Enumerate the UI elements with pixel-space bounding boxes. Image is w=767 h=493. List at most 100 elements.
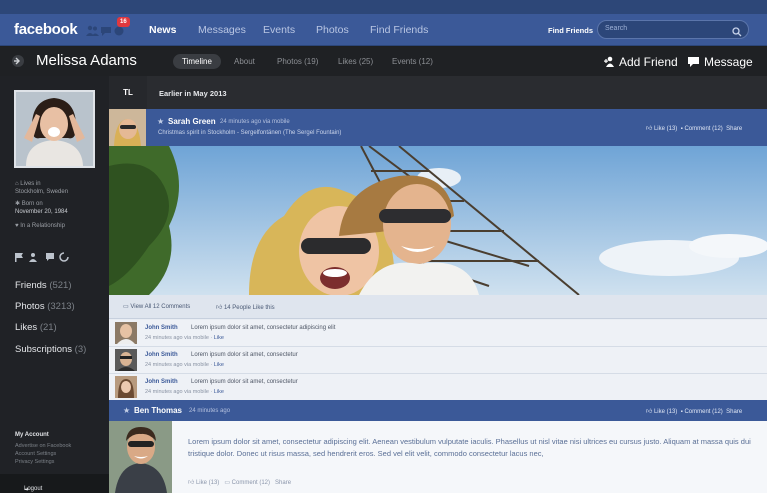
- users-icon: [29, 253, 37, 262]
- my-account-heading: My Account: [15, 432, 49, 438]
- people-like-link[interactable]: 👍︎ 14 People Like this: [216, 303, 275, 311]
- comment-author[interactable]: John Smith: [145, 379, 178, 385]
- commenter-avatar[interactable]: [115, 376, 137, 398]
- sidebar-item-likes[interactable]: Likes (21): [15, 322, 57, 333]
- comment-meta: 24 minutes ago via mobile · Like: [145, 389, 224, 395]
- post1-like[interactable]: Like (13): [654, 126, 677, 132]
- post2-share[interactable]: Share: [726, 409, 742, 415]
- photos-count: (3213): [47, 301, 75, 312]
- post2-foot-comment[interactable]: Comment (12): [232, 480, 270, 486]
- comment-like[interactable]: Like: [214, 362, 224, 368]
- advertise-link[interactable]: Advertise on Facebook: [15, 443, 71, 449]
- sidebar-item-friends[interactable]: Friends (521): [15, 280, 72, 291]
- comment-icon: ▭: [123, 304, 129, 310]
- post1-author[interactable]: Sarah Green: [168, 117, 216, 126]
- search-placeholder: Search: [605, 25, 628, 32]
- subscriptions-count: (3): [74, 344, 87, 355]
- timeline-tl-tab[interactable]: TL: [109, 76, 147, 109]
- comment-icon: ▭: [224, 480, 230, 486]
- messages-icon[interactable]: [100, 24, 112, 36]
- post2-like[interactable]: Like (13): [654, 409, 677, 415]
- back-arrow-icon[interactable]: [11, 54, 25, 73]
- post2-author[interactable]: Ben Thomas: [134, 406, 182, 415]
- post2-foot-like[interactable]: Like (13): [196, 480, 219, 486]
- add-friend-button[interactable]: Add Friend: [604, 55, 678, 70]
- chat-icon: [46, 253, 54, 261]
- comment-like[interactable]: Like: [214, 335, 224, 341]
- lives-in: ⌂ Lives in Stockholm, Sweden: [15, 180, 68, 196]
- post1-photo[interactable]: [109, 146, 767, 295]
- post1-share[interactable]: Share: [726, 126, 742, 132]
- sidebar-item-subscriptions[interactable]: Subscriptions (3): [15, 344, 86, 355]
- comment-meta: 24 minutes ago via mobile · Like: [145, 335, 224, 341]
- lives-label: Lives in: [20, 181, 41, 187]
- flag-icon: [15, 253, 23, 262]
- commenter-avatar[interactable]: [115, 349, 137, 371]
- notification-badge: 16: [117, 17, 130, 27]
- post2-body: Lorem ipsum dolor sit amet, consectetur …: [109, 421, 767, 493]
- sidebar-item-photos[interactable]: Photos (3213): [15, 301, 75, 312]
- view-comments-link[interactable]: ▭ View All 12 Comments: [123, 303, 190, 310]
- post2-header: ★ Ben Thomas 24 minutes ago 👍︎ Like (13)…: [109, 400, 767, 421]
- subscriptions-label: Subscriptions: [15, 344, 73, 355]
- post2-comment[interactable]: Comment (12): [684, 409, 722, 415]
- find-friends-link[interactable]: Find Friends: [548, 26, 593, 35]
- like-icon: 👍︎: [188, 480, 195, 486]
- post1-comment[interactable]: Comment (12): [684, 126, 722, 132]
- comment-time: 24 minutes ago via mobile: [145, 362, 209, 368]
- timeline-period-strip: Earlier in May 2013: [147, 76, 767, 109]
- relationship-label: In a Relationship: [20, 223, 65, 229]
- message-icon: [688, 56, 699, 70]
- likes-label: Likes: [15, 322, 38, 333]
- tab-about[interactable]: About: [234, 57, 255, 66]
- logout-button[interactable]: ➜ Logout: [0, 474, 109, 493]
- comment-author[interactable]: John Smith: [145, 352, 178, 358]
- ben-thomas-photo[interactable]: [109, 421, 172, 493]
- post2-foot-share[interactable]: Share: [275, 480, 291, 486]
- tab-events[interactable]: Events (12): [392, 57, 433, 66]
- sidebar-icon-row: [15, 249, 95, 267]
- commenter-avatar[interactable]: [115, 322, 137, 344]
- post1-time: 24 minutes ago via mobile: [220, 119, 290, 125]
- nav-events[interactable]: Events: [263, 24, 295, 36]
- comment-icon: ▪: [680, 409, 683, 415]
- comment-author[interactable]: John Smith: [145, 325, 178, 331]
- account-settings-link[interactable]: Account Settings: [15, 451, 56, 457]
- nav-find-friends[interactable]: Find Friends: [370, 24, 428, 36]
- friend-requests-icon[interactable]: [86, 24, 99, 36]
- comment-text: Lorem ipsum dolor sit amet, consectetur: [191, 352, 298, 358]
- search-icon[interactable]: [732, 24, 742, 42]
- born-label: Born on: [21, 201, 43, 207]
- lives-value: Stockholm, Sweden: [15, 189, 69, 195]
- comment-like[interactable]: Like: [214, 389, 224, 395]
- profile-name: Melissa Adams: [36, 52, 137, 69]
- tab-timeline[interactable]: Timeline: [173, 54, 221, 69]
- post2-text: Lorem ipsum dolor sit amet, consectetur …: [188, 437, 751, 458]
- sarah-avatar[interactable]: [109, 109, 146, 146]
- comment-row: John Smith Lorem ipsum dolor sit amet, c…: [109, 320, 767, 347]
- post2-footer-actions: 👍︎ Like (13) ▭ Comment (12) Share: [188, 478, 291, 486]
- birthday-icon: ✱: [15, 201, 21, 207]
- nav-messages[interactable]: Messages: [198, 24, 246, 36]
- relationship: ♥ In a Relationship: [15, 222, 65, 230]
- top-navbar: facebook 16 News Messages Events Photos …: [0, 14, 767, 46]
- star-icon[interactable]: ★: [157, 117, 164, 126]
- message-label: Message: [704, 55, 753, 69]
- tab-likes[interactable]: Likes (25): [338, 57, 373, 66]
- like-icon: 👍︎: [646, 409, 653, 415]
- star-icon[interactable]: ★: [123, 406, 130, 415]
- app-root: facebook 16 News Messages Events Photos …: [0, 0, 767, 493]
- top-strip: [0, 0, 767, 14]
- photos-label: Photos: [15, 301, 45, 312]
- privacy-settings-link[interactable]: Privacy Settings: [15, 459, 54, 465]
- tab-photos[interactable]: Photos (19): [277, 57, 318, 66]
- logout-label: Logout: [24, 486, 43, 492]
- message-button[interactable]: Message: [688, 55, 753, 70]
- post1-stats: ▭ View All 12 Comments 👍︎ 14 People Like…: [109, 295, 767, 319]
- search-input[interactable]: Search: [597, 20, 749, 39]
- profile-avatar[interactable]: [14, 90, 95, 168]
- nav-photos[interactable]: Photos: [316, 24, 349, 36]
- facebook-logo[interactable]: facebook: [14, 21, 78, 38]
- nav-news[interactable]: News: [149, 24, 176, 36]
- comment-time: 24 minutes ago via mobile: [145, 389, 209, 395]
